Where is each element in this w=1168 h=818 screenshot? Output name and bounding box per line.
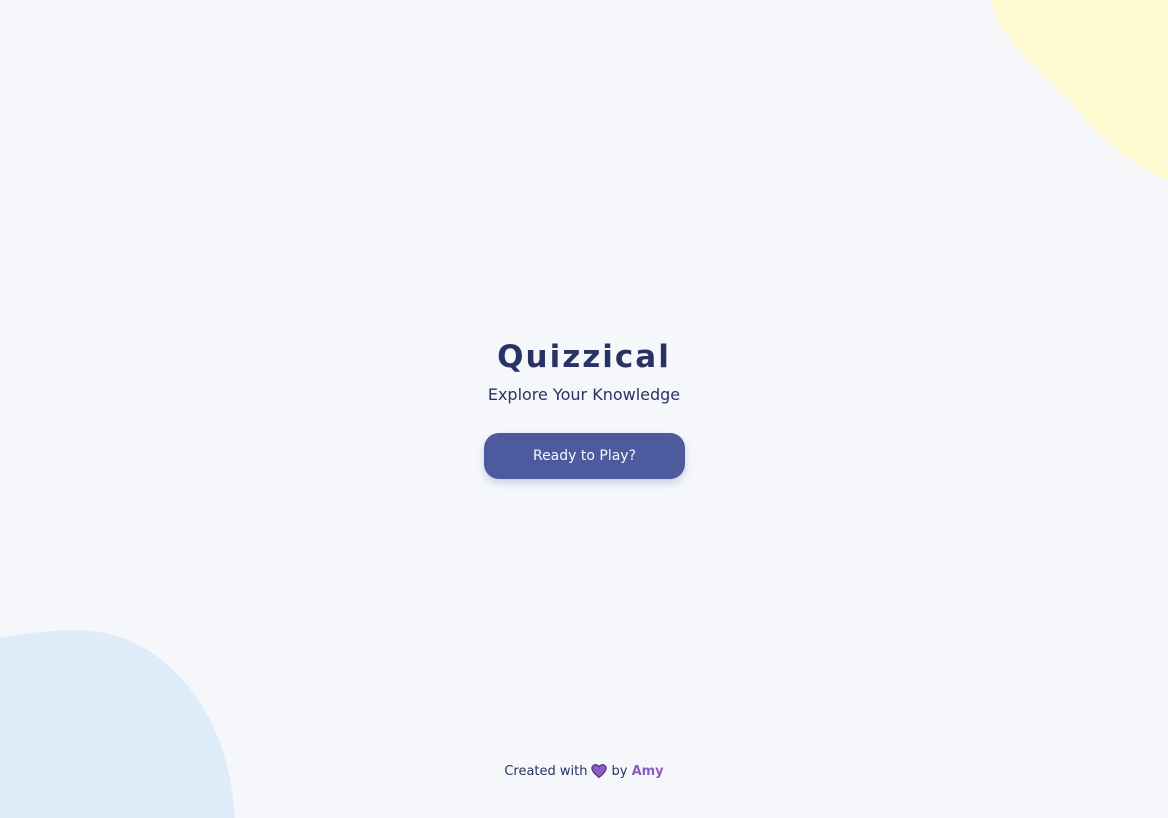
footer-by: by (611, 764, 628, 779)
app-title: Quizzical (497, 339, 671, 375)
heart-icon (591, 764, 608, 784)
footer-prefix: Created with (504, 764, 588, 779)
start-screen: Quizzical Explore Your Knowledge Ready t… (0, 0, 1168, 818)
app-subtitle: Explore Your Knowledge (487, 385, 681, 404)
start-quiz-button[interactable]: Ready to Play? (484, 433, 685, 479)
footer: Created with by Amy (0, 763, 1168, 784)
author-link[interactable]: Amy (632, 764, 664, 779)
